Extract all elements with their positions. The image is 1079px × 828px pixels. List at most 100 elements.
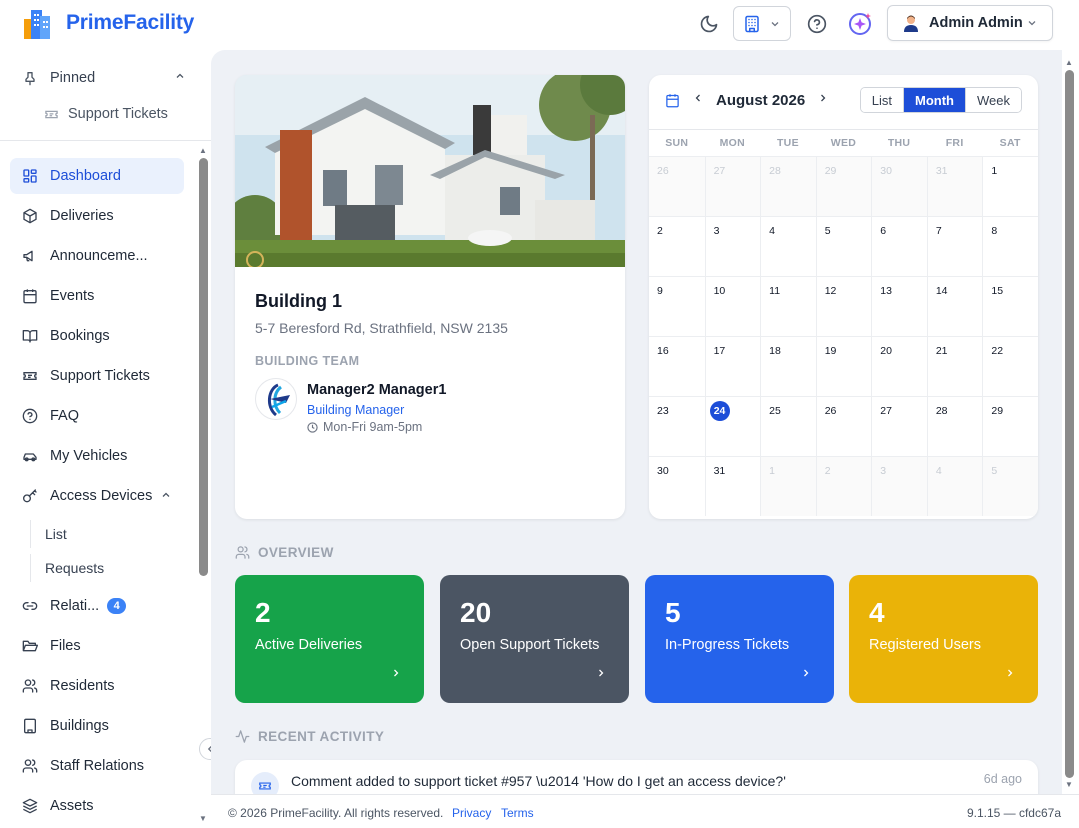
scroll-up-arrow[interactable]: ▲	[199, 146, 207, 155]
building-card: Building 1 5-7 Beresford Rd, Strathfield…	[235, 75, 625, 519]
calendar-day[interactable]: 14	[926, 277, 983, 336]
view-month-button[interactable]: Month	[903, 88, 965, 112]
calendar-day[interactable]: 26	[649, 157, 705, 216]
calendar-icon	[23, 289, 37, 304]
sidebar-item-dashboard[interactable]: Dashboard	[10, 158, 184, 194]
stat-value: 5	[665, 597, 681, 628]
calendar-day[interactable]: 20	[871, 337, 927, 396]
app-logo[interactable]: PrimeFacility	[22, 7, 194, 39]
prev-month-button[interactable]	[692, 91, 704, 109]
calendar-day[interactable]: 19	[815, 337, 872, 396]
calendar-day[interactable]: 21	[926, 337, 983, 396]
activity-item[interactable]: Comment added to support ticket #957 \u2…	[235, 760, 1038, 794]
weekday-label: SUN	[665, 137, 689, 149]
main-scroll-up-arrow[interactable]: ▲	[1065, 58, 1073, 67]
main-scrollbar[interactable]	[1065, 70, 1074, 778]
sidebar-subitem-requests[interactable]: Requests	[30, 554, 180, 582]
calendar-day[interactable]: 30	[649, 457, 705, 516]
sidebar-item-events[interactable]: Events	[10, 278, 184, 314]
app-name: PrimeFacility	[66, 11, 195, 34]
stat-card-active-deliveries[interactable]: 2 Active Deliveries	[235, 575, 424, 703]
scroll-down-arrow[interactable]: ▼	[199, 814, 207, 823]
pinned-item-support-tickets[interactable]: Support Tickets	[44, 106, 168, 122]
sidebar-item-my-vehicles[interactable]: My Vehicles	[10, 438, 184, 474]
calendar-day[interactable]: 27	[704, 157, 761, 216]
sidebar-item-assets[interactable]: Assets	[10, 788, 184, 824]
calendar-day-number: 4	[935, 465, 942, 477]
calendar-day[interactable]: 31	[704, 457, 761, 516]
calendar-day[interactable]: 7	[926, 217, 983, 276]
calendar-day[interactable]: 2	[815, 457, 872, 516]
terms-link[interactable]: Terms	[501, 806, 534, 820]
calendar-day[interactable]: 6	[871, 217, 927, 276]
view-week-button[interactable]: Week	[965, 88, 1021, 112]
calendar-day[interactable]: 30	[871, 157, 927, 216]
calendar-day[interactable]: 3	[871, 457, 927, 516]
sidebar-item-faq[interactable]: FAQ	[10, 398, 184, 434]
calendar-day[interactable]: 28	[760, 157, 816, 216]
view-list-button[interactable]: List	[860, 88, 904, 112]
sidebar-item-deliveries[interactable]: Deliveries	[10, 198, 184, 234]
sidebar-item-announcements[interactable]: Announceme...	[10, 238, 184, 274]
calendar-day[interactable]: 18	[760, 337, 816, 396]
calendar-day[interactable]: 5	[982, 457, 1038, 516]
sidebar-item-support-tickets[interactable]: Support Tickets	[10, 358, 184, 394]
calendar-day[interactable]: 31	[926, 157, 983, 216]
calendar-day[interactable]: 2	[649, 217, 705, 276]
calendar-day[interactable]: 29	[982, 397, 1038, 456]
building-selector[interactable]	[733, 6, 791, 41]
calendar-day[interactable]: 11	[760, 277, 816, 336]
help-button[interactable]	[803, 10, 831, 38]
privacy-link[interactable]: Privacy	[452, 806, 491, 820]
calendar-day[interactable]: 16	[649, 337, 705, 396]
stat-card-in-progress-tickets[interactable]: 5 In-Progress Tickets	[645, 575, 834, 703]
pinned-section-toggle[interactable]: Pinned	[22, 68, 192, 88]
calendar-day-number: 12	[824, 285, 837, 297]
calendar-icon	[666, 93, 679, 107]
calendar-day-number: 24	[709, 401, 730, 421]
calendar-day[interactable]: 4	[760, 217, 816, 276]
calendar-day[interactable]: 22	[982, 337, 1038, 396]
calendar-day[interactable]: 27	[871, 397, 927, 456]
stat-card-open-support-tickets[interactable]: 20 Open Support Tickets	[440, 575, 629, 703]
calendar-day[interactable]: 1	[982, 157, 1038, 216]
calendar-day[interactable]: 4	[926, 457, 983, 516]
sidebar-item-staff-relations[interactable]: Staff Relations	[10, 748, 184, 784]
calendar-card: August 2026 List Month Week SUN MON TUE WED…	[649, 75, 1038, 519]
calendar-day[interactable]: 9	[649, 277, 705, 336]
main-scroll-down-arrow[interactable]: ▼	[1065, 780, 1073, 789]
calendar-day[interactable]: 26	[815, 397, 872, 456]
sidebar-item-relations[interactable]: Relati... 4	[10, 588, 184, 624]
calendar-day[interactable]: 10	[704, 277, 761, 336]
calendar-day[interactable]: 25	[760, 397, 816, 456]
overview-label: OVERVIEW	[258, 545, 334, 560]
calendar-day[interactable]: 3	[704, 217, 761, 276]
calendar-day-number: 11	[769, 285, 781, 297]
stat-label: Registered Users	[869, 637, 982, 653]
sidebar-item-access-devices[interactable]: Access Devices	[10, 478, 184, 514]
calendar-day[interactable]: 17	[704, 337, 761, 396]
user-menu-button[interactable]: Admin Admin	[887, 5, 1053, 41]
calendar-day[interactable]: 5	[815, 217, 872, 276]
chevron-left-icon	[695, 94, 700, 102]
calendar-day[interactable]: 1	[760, 457, 816, 516]
sidebar-scrollbar[interactable]	[199, 158, 208, 576]
calendar-day[interactable]: 23	[649, 397, 705, 456]
calendar-day[interactable]: 12	[815, 277, 872, 336]
dark-mode-toggle[interactable]	[695, 10, 723, 38]
calendar-day[interactable]: 28	[926, 397, 983, 456]
sidebar-item-files[interactable]: Files	[10, 628, 184, 664]
help-circle-icon	[22, 408, 38, 424]
next-month-button[interactable]	[817, 91, 829, 109]
calendar-day-today[interactable]: 24	[704, 397, 761, 456]
sidebar-item-residents[interactable]: Residents	[10, 668, 184, 704]
calendar-day[interactable]: 13	[871, 277, 927, 336]
ai-assistant-button[interactable]	[847, 10, 875, 38]
sidebar-item-buildings[interactable]: Buildings	[10, 708, 184, 744]
calendar-day[interactable]: 15	[982, 277, 1038, 336]
stat-card-registered-users[interactable]: 4 Registered Users	[849, 575, 1038, 703]
sidebar-item-bookings[interactable]: Bookings	[10, 318, 184, 354]
calendar-day[interactable]: 29	[815, 157, 872, 216]
sidebar-subitem-list[interactable]: List	[30, 520, 180, 548]
calendar-day[interactable]: 8	[982, 217, 1038, 276]
